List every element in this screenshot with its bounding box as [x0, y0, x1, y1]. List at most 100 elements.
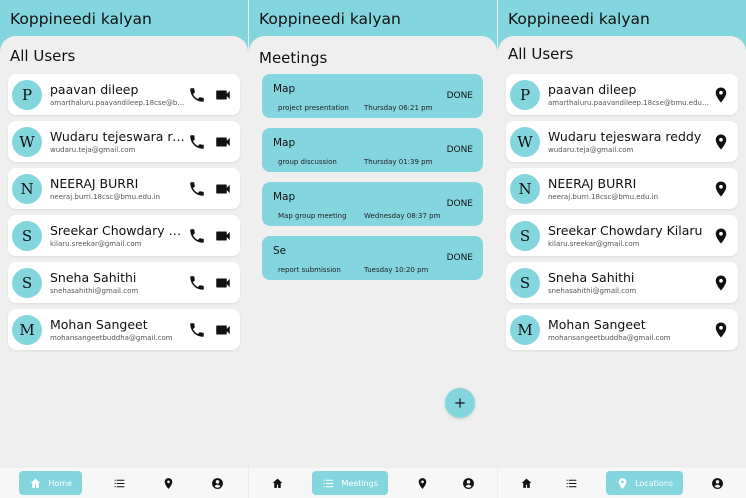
location-pin-icon[interactable]: [710, 131, 732, 153]
user-name: Sneha Sahithi: [548, 270, 635, 285]
meeting-time: Thursday 06:21 pm: [364, 104, 433, 112]
avatar: S: [12, 267, 42, 298]
meeting-card[interactable]: Map project presentation Thursday 06:21 p…: [262, 74, 483, 118]
user-card[interactable]: M Mohan Sangeet mohansangeetbuddha@gmail.…: [506, 309, 738, 350]
user-card[interactable]: N NEERAJ BURRI neeraj.burri.18csc@bmu.edu…: [8, 168, 240, 209]
user-name: paavan dileep: [548, 82, 637, 97]
user-email: neeraj.burri.18csc@bmu.edu.in: [50, 193, 161, 201]
home-icon: [31, 478, 41, 488]
avatar: W: [12, 126, 42, 157]
user-card[interactable]: S Sreekar Chowdary Kilaru kilaru.sreekar@…: [506, 215, 738, 256]
user-circle-icon: [212, 477, 223, 489]
nav-home[interactable]: [516, 471, 538, 495]
phone-icon[interactable]: [186, 131, 208, 153]
video-camera-icon[interactable]: [212, 131, 234, 153]
user-name: Mohan Sangeet: [548, 317, 646, 332]
nav-profile[interactable]: [706, 471, 728, 495]
location-pin-icon: [418, 477, 427, 489]
user-card[interactable]: P paavan dileep amarthaluru.paavandileep.…: [506, 74, 738, 115]
nav-locations[interactable]: [412, 471, 434, 495]
add-meeting-button[interactable]: [445, 388, 475, 418]
list-icon: [566, 479, 577, 487]
user-name: Wudaru tejeswara reddy: [548, 129, 702, 144]
meeting-card[interactable]: Map Map group meeting Wednesday 08:37 pm …: [262, 182, 483, 226]
home-icon: [272, 478, 283, 488]
user-name: Sreekar Chowdary Kilaru: [50, 223, 186, 238]
avatar: S: [510, 267, 540, 298]
user-card[interactable]: W Wudaru tejeswara reddy wudaru.teja@gmai…: [8, 121, 240, 162]
video-camera-icon[interactable]: [212, 178, 234, 200]
page-title: All Users: [508, 45, 574, 63]
bottom-nav: Meetings: [249, 468, 497, 498]
location-pin-icon[interactable]: [710, 84, 732, 106]
video-camera-icon[interactable]: [212, 272, 234, 294]
app-bar: Koppineedi kalyan: [249, 0, 497, 38]
locations-sheet: All Users P paavan dileep amarthaluru.paa…: [498, 36, 746, 468]
phone-icon[interactable]: [186, 178, 208, 200]
user-email: wudaru.teja@gmail.com: [548, 146, 634, 154]
nav-profile[interactable]: [207, 471, 229, 495]
nav-meetings[interactable]: [561, 471, 583, 495]
home-icon: [521, 478, 532, 488]
video-camera-icon[interactable]: [212, 84, 234, 106]
nav-home[interactable]: Home: [19, 471, 83, 495]
user-email: kilaru.sreekar@gmail.com: [50, 240, 142, 248]
meetings-screen: Koppineedi kalyan Meetings Map project p…: [249, 0, 497, 498]
user-name: NEERAJ BURRI: [548, 176, 637, 191]
nav-meetings-label: Meetings: [341, 478, 378, 488]
meeting-card[interactable]: Map group discussion Thursday 01:39 pm DO…: [262, 128, 483, 172]
location-pin-icon[interactable]: [710, 178, 732, 200]
user-email: amarthaluru.paavandileep.18cse@bmu.edu.i…: [50, 99, 186, 107]
plus-icon: [455, 398, 465, 408]
phone-icon[interactable]: [186, 319, 208, 341]
meeting-list: Map project presentation Thursday 06:21 p…: [249, 74, 497, 280]
user-name: Sreekar Chowdary Kilaru: [548, 223, 703, 238]
list-icon: [324, 479, 334, 487]
meeting-desc: group discussion: [278, 158, 337, 166]
page-title: All Users: [10, 47, 76, 65]
user-email: kilaru.sreekar@gmail.com: [548, 240, 640, 248]
user-email: snehasahithi@gmail.com: [50, 287, 139, 295]
user-card[interactable]: W Wudaru tejeswara reddy wudaru.teja@gmai…: [506, 121, 738, 162]
user-name: paavan dileep: [50, 82, 139, 97]
meeting-desc: project presentation: [278, 104, 349, 112]
avatar: S: [12, 220, 42, 251]
video-camera-icon[interactable]: [212, 225, 234, 247]
nav-profile[interactable]: [457, 471, 479, 495]
video-camera-icon[interactable]: [212, 319, 234, 341]
user-card[interactable]: S Sneha Sahithi snehasahithi@gmail.com: [506, 262, 738, 303]
nav-locations[interactable]: Locations: [606, 471, 684, 495]
user-email: snehasahithi@gmail.com: [548, 287, 637, 295]
nav-meetings[interactable]: Meetings: [312, 471, 388, 495]
user-card[interactable]: P paavan dileep amarthaluru.paavandileep.…: [8, 74, 240, 115]
list-icon: [115, 479, 125, 487]
users-sheet: All Users P paavan dileep amarthaluru.paa…: [0, 36, 248, 468]
nav-locations[interactable]: [158, 471, 180, 495]
nav-home[interactable]: [267, 471, 289, 495]
phone-icon[interactable]: [186, 84, 208, 106]
user-card[interactable]: M Mohan Sangeet mohansangeetbuddha@gmail.…: [8, 309, 240, 350]
nav-meetings[interactable]: [109, 471, 131, 495]
app-bar: Koppineedi kalyan: [498, 0, 746, 38]
avatar: N: [12, 173, 42, 204]
location-pin-icon[interactable]: [710, 319, 732, 341]
phone-icon[interactable]: [186, 272, 208, 294]
user-card[interactable]: S Sneha Sahithi snehasahithi@gmail.com: [8, 262, 240, 303]
meeting-card[interactable]: Se report submission Tuesday 10:20 pm DON…: [262, 236, 483, 280]
location-pin-icon[interactable]: [710, 225, 732, 247]
app-bar: Koppineedi kalyan: [0, 0, 248, 38]
meeting-time: Wednesday 08:37 pm: [364, 212, 441, 220]
phone-icon[interactable]: [186, 225, 208, 247]
username-title: Koppineedi kalyan: [10, 10, 152, 28]
user-name: Wudaru tejeswara reddy: [50, 129, 186, 144]
user-circle-icon: [711, 477, 723, 489]
status-badge: DONE: [446, 199, 473, 209]
user-email: neeraj.burri.18csc@bmu.edu.in: [548, 193, 659, 201]
user-card[interactable]: N NEERAJ BURRI neeraj.burri.18csc@bmu.edu…: [506, 168, 738, 209]
avatar: S: [510, 220, 540, 251]
avatar: N: [510, 173, 540, 204]
location-pin-icon[interactable]: [710, 272, 732, 294]
status-badge: DONE: [446, 91, 473, 101]
user-card[interactable]: S Sreekar Chowdary Kilaru kilaru.sreekar@…: [8, 215, 240, 256]
meeting-desc: report submission: [278, 266, 341, 274]
